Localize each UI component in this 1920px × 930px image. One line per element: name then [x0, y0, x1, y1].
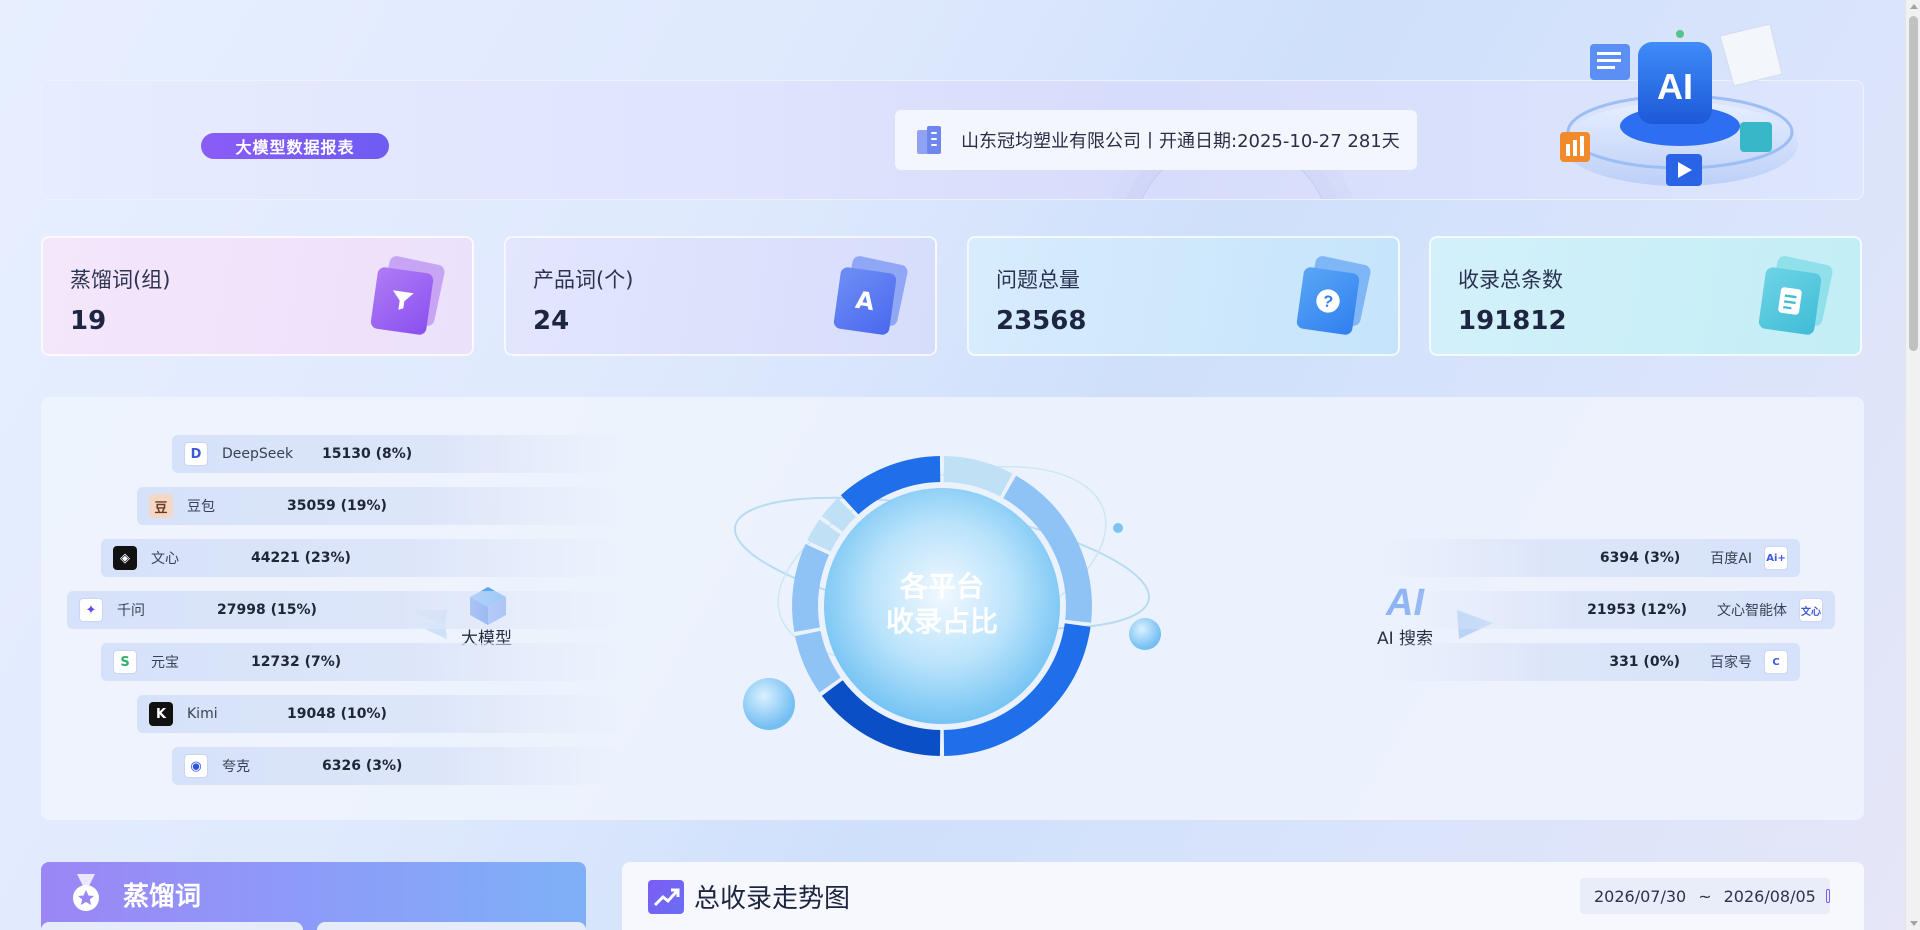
platform-value: 19048 (10%) [287, 706, 387, 722]
stat-card-distill-words[interactable]: 蒸馏词(组) 19 [41, 236, 474, 356]
platform-row-5[interactable]: K Kimi 19048 (10%) [137, 695, 621, 733]
scroll-down-arrow-icon[interactable] [1910, 921, 1918, 926]
question-icon: ? [1295, 254, 1372, 336]
search-platform-row-2[interactable]: 331 (0%) 百家号 C [1371, 643, 1800, 681]
baidu-ai-logo-icon: Ai+ [1764, 546, 1788, 570]
trend-up-icon [648, 880, 684, 914]
filter-icon [369, 254, 446, 336]
calendar-icon [1825, 889, 1830, 903]
keywords-tab[interactable] [317, 922, 586, 930]
keywords-tab[interactable] [41, 922, 303, 930]
vertical-scrollbar[interactable] [1905, 0, 1920, 930]
search-platform-row-0[interactable]: 6394 (3%) 百度AI Ai+ [1371, 539, 1800, 577]
medal-icon [73, 874, 99, 911]
document-icon [1757, 254, 1834, 336]
svg-text:AI: AI [1657, 66, 1693, 107]
platform-value: 21953 (12%) [1587, 602, 1687, 618]
platform-distribution-panel: 各平台 收录占比 AI 大模型 AI 搜索 DDeepSeek15130 (8%… [41, 397, 1864, 820]
platform-name: Kimi [187, 706, 218, 722]
stat-label: 产品词(个) [533, 268, 634, 292]
ai-hero-illustration: AI [1560, 23, 1798, 186]
platform-row-3[interactable]: ✦ 千问 27998 (15%) [67, 591, 621, 629]
stat-label: 蒸馏词(组) [70, 268, 171, 292]
report-badge[interactable]: 大模型数据报表 [201, 133, 389, 159]
platform-value: 6394 (3%) [1599, 550, 1681, 566]
platform-name: 夸克 [222, 759, 250, 775]
qianwen-logo-icon: ✦ [79, 598, 103, 622]
decorative-bubble [1129, 618, 1161, 650]
stat-label: 收录总条数 [1458, 268, 1563, 292]
stat-card-product-words[interactable]: 产品词(个) 24 A [504, 236, 937, 356]
doubao-logo-icon: 豆 [149, 494, 173, 518]
company-info: 山东冠均塑业有限公司丨开通日期:2025-10-27 281天 [895, 110, 1417, 170]
donut-center-title-line1: 各平台 [899, 570, 984, 602]
letter-a-icon: A [832, 254, 909, 336]
platform-name: 百家号 [1710, 655, 1752, 671]
platform-value: 27998 (15%) [217, 602, 317, 618]
stat-label: 问题总量 [996, 268, 1080, 292]
yuanbao-logo-icon: S [113, 650, 137, 674]
platform-value: 44221 (23%) [251, 550, 351, 566]
baijiahao-logo-icon: C [1764, 650, 1788, 674]
scroll-up-arrow-icon[interactable] [1910, 4, 1918, 9]
stat-value: 24 [533, 306, 570, 336]
platform-name: 文心智能体 [1717, 603, 1787, 619]
platform-value: 331 (0%) [1609, 654, 1680, 670]
search-platform-row-1[interactable]: 21953 (12%) 文心智能体 文心 [1401, 591, 1835, 629]
date-end: 2026/08/05 [1723, 886, 1816, 906]
stat-card-total-indexed[interactable]: 收录总条数 191812 [1429, 236, 1862, 356]
platform-row-0[interactable]: D DeepSeek 15130 (8%) [172, 435, 621, 473]
company-line: 山东冠均塑业有限公司丨开通日期:2025-10-27 281天 [961, 131, 1400, 152]
wenxin-logo-icon: ◈ [113, 546, 137, 570]
platform-value: 12732 (7%) [251, 654, 342, 670]
kimi-logo-icon: K [149, 702, 173, 726]
platform-value: 6326 (3%) [322, 758, 403, 774]
wenxin-agent-logo-icon: 文心 [1799, 598, 1823, 622]
platform-row-2[interactable]: ◈ 文心 44221 (23%) [101, 539, 621, 577]
platform-name: 百度AI [1710, 551, 1752, 567]
platform-name: 文心 [151, 551, 179, 567]
platform-name: 豆包 [187, 499, 215, 515]
donut-segment[interactable] [792, 544, 830, 633]
keywords-panel-title: 蒸馏词 [123, 882, 202, 912]
date-separator: ~ [1698, 886, 1712, 906]
deepseek-logo-icon: D [184, 442, 208, 466]
platform-row-4[interactable]: S 元宝 12732 (7%) [101, 643, 621, 681]
trend-panel-header: 总收录走势图 2026/07/30 ~ 2026/08/05 [622, 862, 1864, 930]
platform-name: 千问 [117, 603, 145, 619]
platform-name: 元宝 [151, 655, 179, 671]
platform-value: 35059 (19%) [287, 498, 387, 514]
stat-value: 19 [70, 306, 107, 336]
trend-panel-title: 总收录走势图 [694, 884, 851, 914]
quark-logo-icon: ◉ [184, 754, 208, 778]
donut-center-title-line2: 收录占比 [886, 606, 998, 637]
date-range-picker[interactable]: 2026/07/30 ~ 2026/08/05 [1580, 878, 1830, 914]
stat-value: 191812 [1458, 306, 1567, 336]
scrollbar-thumb[interactable] [1909, 16, 1918, 351]
building-icon [917, 126, 941, 154]
keywords-panel-header: 蒸馏词 [41, 862, 586, 930]
dashboard-page: 大模型数据报表 山东冠均塑业有限公司丨开通日期:2025-10-27 281天 … [0, 0, 1905, 930]
stat-card-total-questions[interactable]: 问题总量 23568 ? [967, 236, 1400, 356]
platform-row-6[interactable]: ◉ 夸克 6326 (3%) [172, 747, 621, 785]
platform-value: 15130 (8%) [322, 446, 413, 462]
stat-value: 23568 [996, 306, 1087, 336]
platform-row-1[interactable]: 豆豆包 35059 (19%) [137, 487, 621, 525]
date-start: 2026/07/30 [1594, 886, 1687, 906]
platform-name: DeepSeek [222, 446, 294, 462]
decorative-bubble [743, 678, 795, 730]
